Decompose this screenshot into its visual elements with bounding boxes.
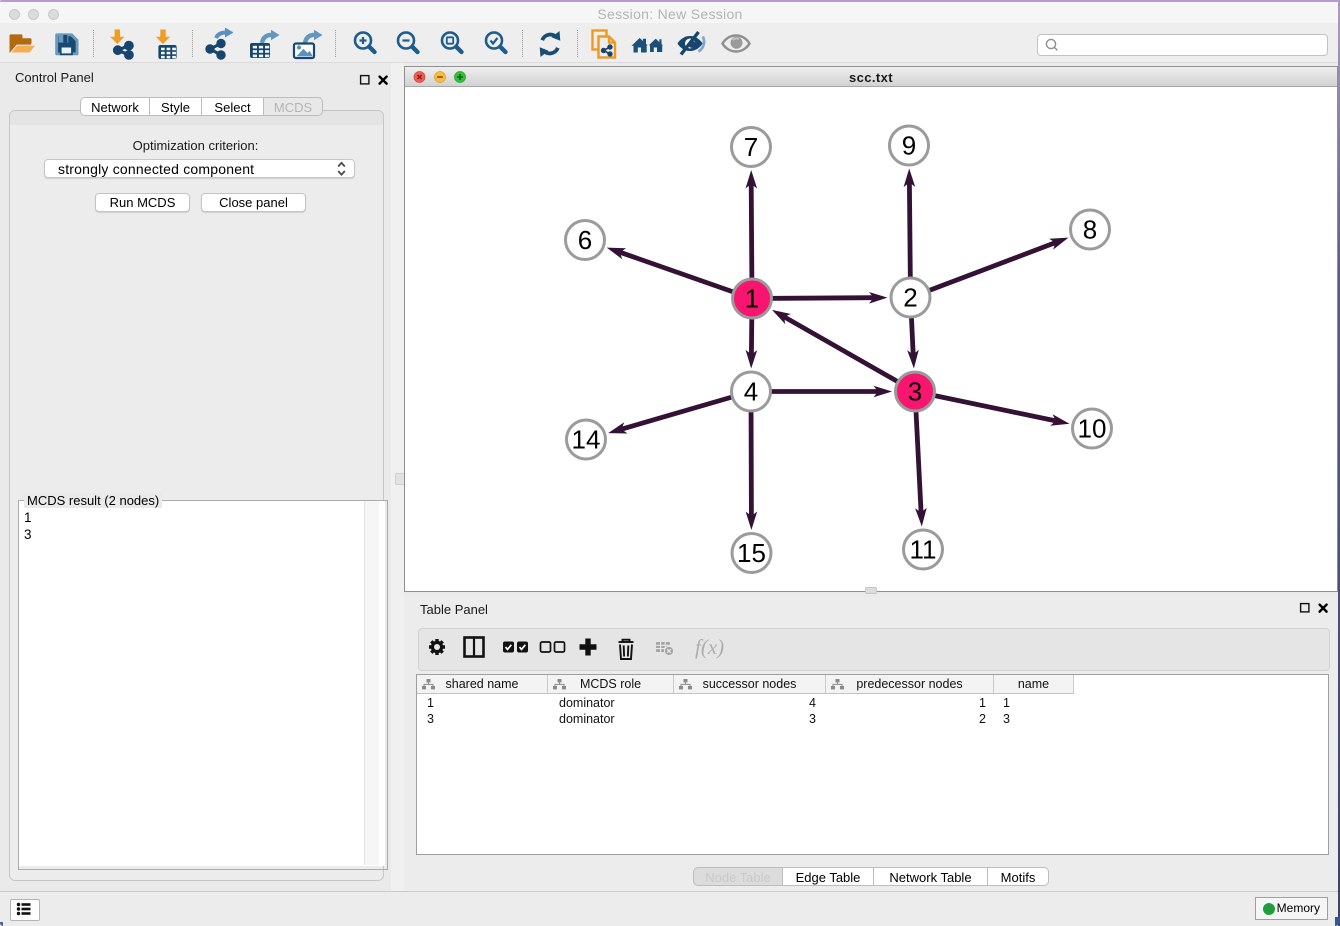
svg-text:9: 9 bbox=[902, 131, 916, 161]
svg-text:10: 10 bbox=[1078, 414, 1107, 444]
svg-text:7: 7 bbox=[744, 132, 758, 162]
svg-text:11: 11 bbox=[910, 535, 937, 565]
svg-text:1: 1 bbox=[745, 284, 759, 314]
svg-text:4: 4 bbox=[744, 377, 758, 407]
svg-text:14: 14 bbox=[572, 425, 601, 455]
svg-text:3: 3 bbox=[908, 377, 922, 407]
svg-text:15: 15 bbox=[737, 538, 766, 568]
svg-text:6: 6 bbox=[578, 225, 592, 255]
svg-text:8: 8 bbox=[1083, 215, 1097, 245]
svg-text:2: 2 bbox=[903, 283, 917, 313]
svg-text:f(x): f(x) bbox=[695, 635, 724, 659]
